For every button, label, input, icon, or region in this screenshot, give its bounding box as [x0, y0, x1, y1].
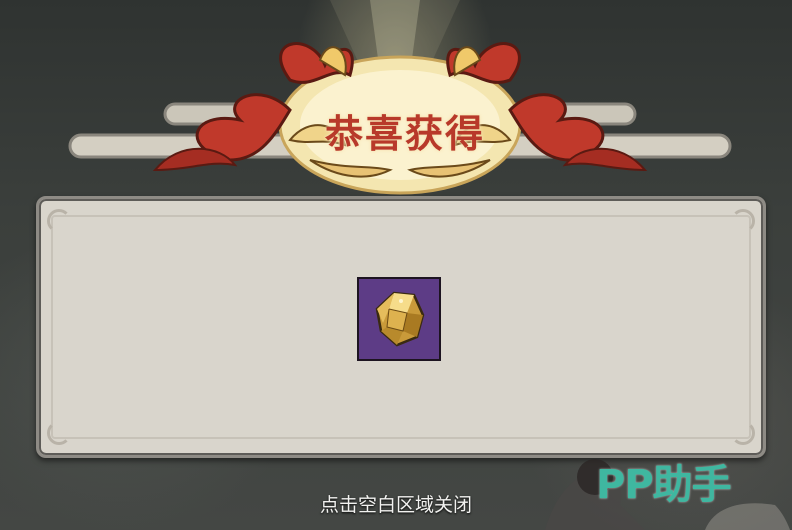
- corner-ornament-icon: [47, 209, 71, 233]
- corner-ornament-icon: [731, 209, 755, 233]
- close-hint-text: 点击空白区域关闭: [319, 494, 472, 516]
- reward-banner: 恭喜获得: [60, 20, 740, 200]
- gold-ore-icon: [375, 291, 425, 347]
- corner-ornament-icon: [47, 421, 71, 445]
- corner-ornament-icon: [731, 421, 755, 445]
- reward-item-slot[interactable]: [357, 277, 441, 361]
- reward-title: 恭喜获得: [324, 111, 485, 156]
